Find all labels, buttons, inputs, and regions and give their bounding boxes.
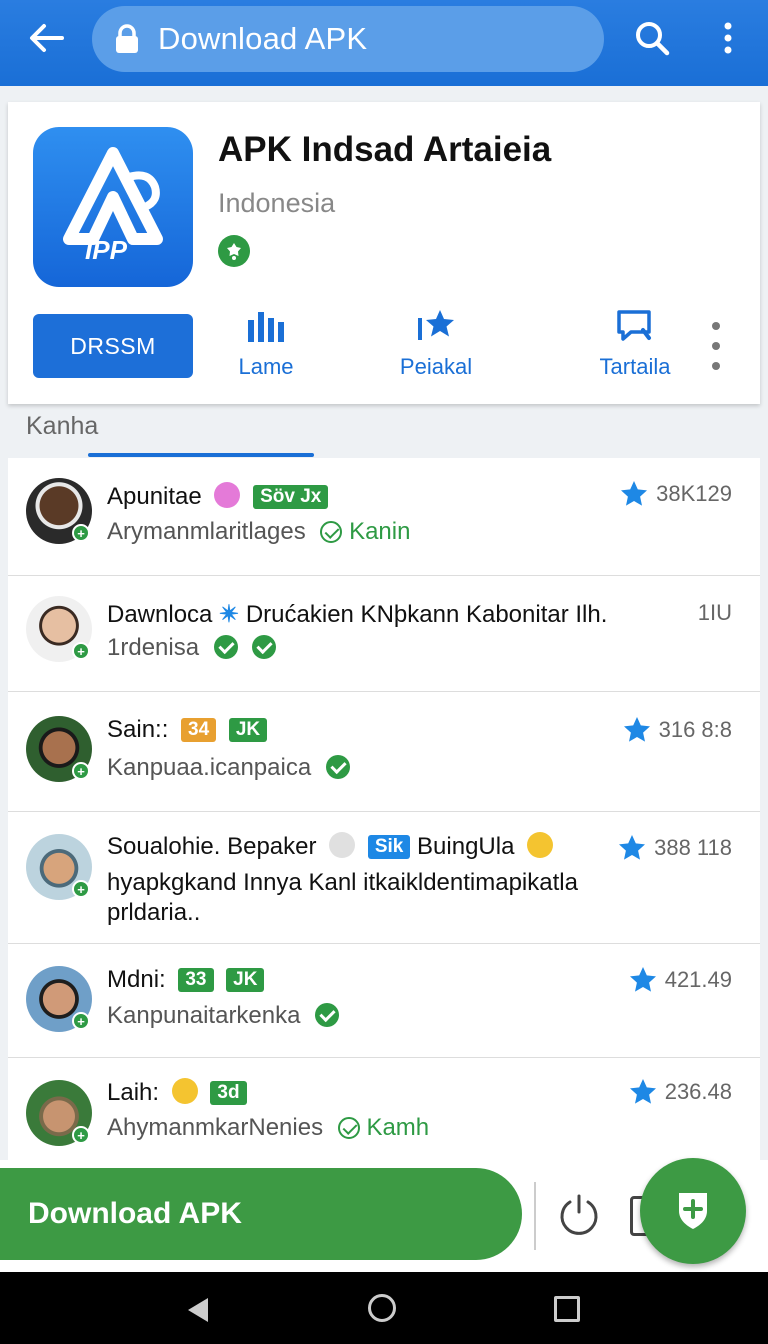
app-logo-text: ЇPP bbox=[85, 235, 128, 265]
star-icon bbox=[418, 310, 454, 340]
shield-plus-icon bbox=[679, 1193, 707, 1229]
list-item[interactable]: + Laih: 3d AhymanmkarNenies Kamh 236.48 bbox=[8, 1058, 760, 1162]
comment-icon bbox=[617, 310, 651, 341]
row-title: Soualohie. Bepaker bbox=[107, 833, 317, 860]
list-item[interactable]: + Sain:: 34 JK Kanpuaa.icanpaica 316 8:8 bbox=[8, 692, 760, 812]
verified-check-icon bbox=[213, 635, 238, 659]
online-badge-icon: + bbox=[72, 762, 90, 780]
row-subtitle: Kanpuaa.icanpaica bbox=[107, 754, 312, 781]
row-stat: 38K129 bbox=[656, 481, 732, 506]
verified-badge-icon bbox=[218, 235, 250, 267]
app-subtitle: Indonesia bbox=[218, 188, 336, 218]
nav-home-icon[interactable] bbox=[368, 1294, 396, 1322]
star-icon bbox=[623, 717, 650, 742]
row-stat: 1IU bbox=[697, 600, 732, 625]
more-vert-icon[interactable] bbox=[708, 320, 724, 372]
row-tag: 34 bbox=[181, 718, 217, 742]
row-tag: JK bbox=[226, 968, 265, 992]
row-title-rest: BuingUla bbox=[417, 833, 515, 860]
back-arrow-icon[interactable] bbox=[22, 14, 70, 62]
row-title: Sain:: bbox=[107, 716, 169, 743]
section-tab-indicator bbox=[88, 453, 314, 457]
laugh-emoji-icon bbox=[171, 1078, 198, 1104]
row-subtitle: Kanpunaitarkenka bbox=[107, 1002, 301, 1029]
row-tag: Söv Jx bbox=[253, 485, 329, 509]
action-lame[interactable]: Lame bbox=[196, 308, 336, 388]
nav-back-icon[interactable] bbox=[186, 1296, 210, 1324]
app-title: APK Indsad Artaieia bbox=[218, 130, 552, 169]
action-tartaila[interactable]: Tartaila bbox=[565, 308, 705, 388]
nav-recents-icon[interactable] bbox=[554, 1296, 580, 1322]
search-icon[interactable] bbox=[628, 14, 676, 62]
download-apk-button[interactable]: Download APK bbox=[0, 1168, 522, 1260]
action-label: Peiakal bbox=[399, 354, 473, 379]
system-nav-bar bbox=[0, 1272, 768, 1344]
verified-check-icon bbox=[325, 755, 350, 779]
action-peiakal[interactable]: Peiakal bbox=[366, 308, 506, 388]
row-stat: 421.49 bbox=[664, 967, 732, 992]
action-label: Tartaila bbox=[599, 354, 671, 379]
list-item[interactable]: + Soualohie. Bepaker Sik BuingUla hyapkg… bbox=[8, 812, 760, 944]
star-icon bbox=[629, 967, 656, 992]
row-subtitle: 1rdenisa bbox=[107, 634, 200, 661]
row-title: Dawnloca bbox=[107, 601, 213, 628]
overflow-menu-icon[interactable] bbox=[708, 14, 748, 62]
wink-emoji-icon bbox=[527, 832, 554, 858]
row-title: Apunitae bbox=[107, 483, 202, 510]
row-tag: JK bbox=[228, 718, 268, 742]
divider bbox=[534, 1182, 536, 1250]
url-bar[interactable]: Download APK bbox=[92, 6, 604, 72]
row-stat: 388 118 bbox=[654, 835, 732, 860]
row-subtitle: Arymanmlaritlages bbox=[107, 518, 306, 545]
top-app-bar: Download APK bbox=[0, 0, 768, 86]
row-stat: 316 8:8 bbox=[658, 717, 732, 742]
row-body-line: prldaria.. bbox=[107, 899, 201, 926]
install-button[interactable]: DRSSM bbox=[33, 314, 193, 378]
star-icon bbox=[619, 835, 646, 860]
list-item[interactable]: + Dawnloca ✴ Drućakien KNþkann Kabonitar… bbox=[8, 576, 760, 692]
verified-check-icon bbox=[315, 1003, 340, 1027]
action-label: Lame bbox=[238, 354, 294, 379]
verified-check-icon bbox=[320, 521, 343, 543]
verified-check-icon bbox=[252, 635, 277, 659]
row-body-line: hyapkgkand Innya Kanl itkaikldentimapika… bbox=[107, 869, 578, 896]
list-item[interactable]: + Apunitae Söv Jx Arymanmlaritlages Kani… bbox=[8, 458, 760, 576]
row-tag: 33 bbox=[178, 968, 214, 992]
smile-emoji-icon bbox=[214, 482, 241, 508]
grimace-emoji-icon bbox=[329, 832, 356, 858]
lock-icon bbox=[116, 24, 138, 53]
online-badge-icon: + bbox=[72, 524, 90, 542]
star-icon bbox=[629, 1079, 656, 1104]
app-logo-icon: ЇPP bbox=[33, 127, 193, 287]
verified-label: Kamh bbox=[366, 1114, 430, 1141]
list-item[interactable]: + Mdni: 33 JK Kanpunaitarkenka 421.49 bbox=[8, 944, 760, 1058]
verified-label: Kanin bbox=[349, 518, 411, 545]
url-text: Download APK bbox=[158, 21, 368, 56]
row-title: Mdni: bbox=[107, 966, 166, 993]
verified-check-icon bbox=[337, 1117, 360, 1139]
bar-chart-icon bbox=[248, 312, 284, 342]
row-stat: 236.48 bbox=[664, 1079, 732, 1104]
power-icon[interactable] bbox=[556, 1192, 602, 1238]
row-tag: 3d bbox=[210, 1081, 247, 1105]
online-badge-icon: + bbox=[72, 642, 90, 660]
row-title-rest: Drućakien KNþkann Kabonitar Ilh. bbox=[245, 601, 608, 628]
shield-add-fab[interactable] bbox=[640, 1158, 746, 1264]
online-badge-icon: + bbox=[72, 1126, 90, 1144]
row-tag: Sik bbox=[367, 835, 411, 859]
online-badge-icon: + bbox=[72, 1012, 90, 1030]
app-info-card: ЇPP APK Indsad Artaieia Indonesia DRSSM … bbox=[8, 102, 760, 404]
online-badge-icon: + bbox=[72, 880, 90, 898]
link-icon: ✴ bbox=[219, 601, 240, 628]
star-icon bbox=[621, 481, 648, 506]
section-tab-label[interactable]: Kanha bbox=[26, 412, 98, 441]
row-subtitle: AhymanmkarNenies bbox=[107, 1114, 324, 1141]
row-title: Laih: bbox=[107, 1079, 160, 1106]
